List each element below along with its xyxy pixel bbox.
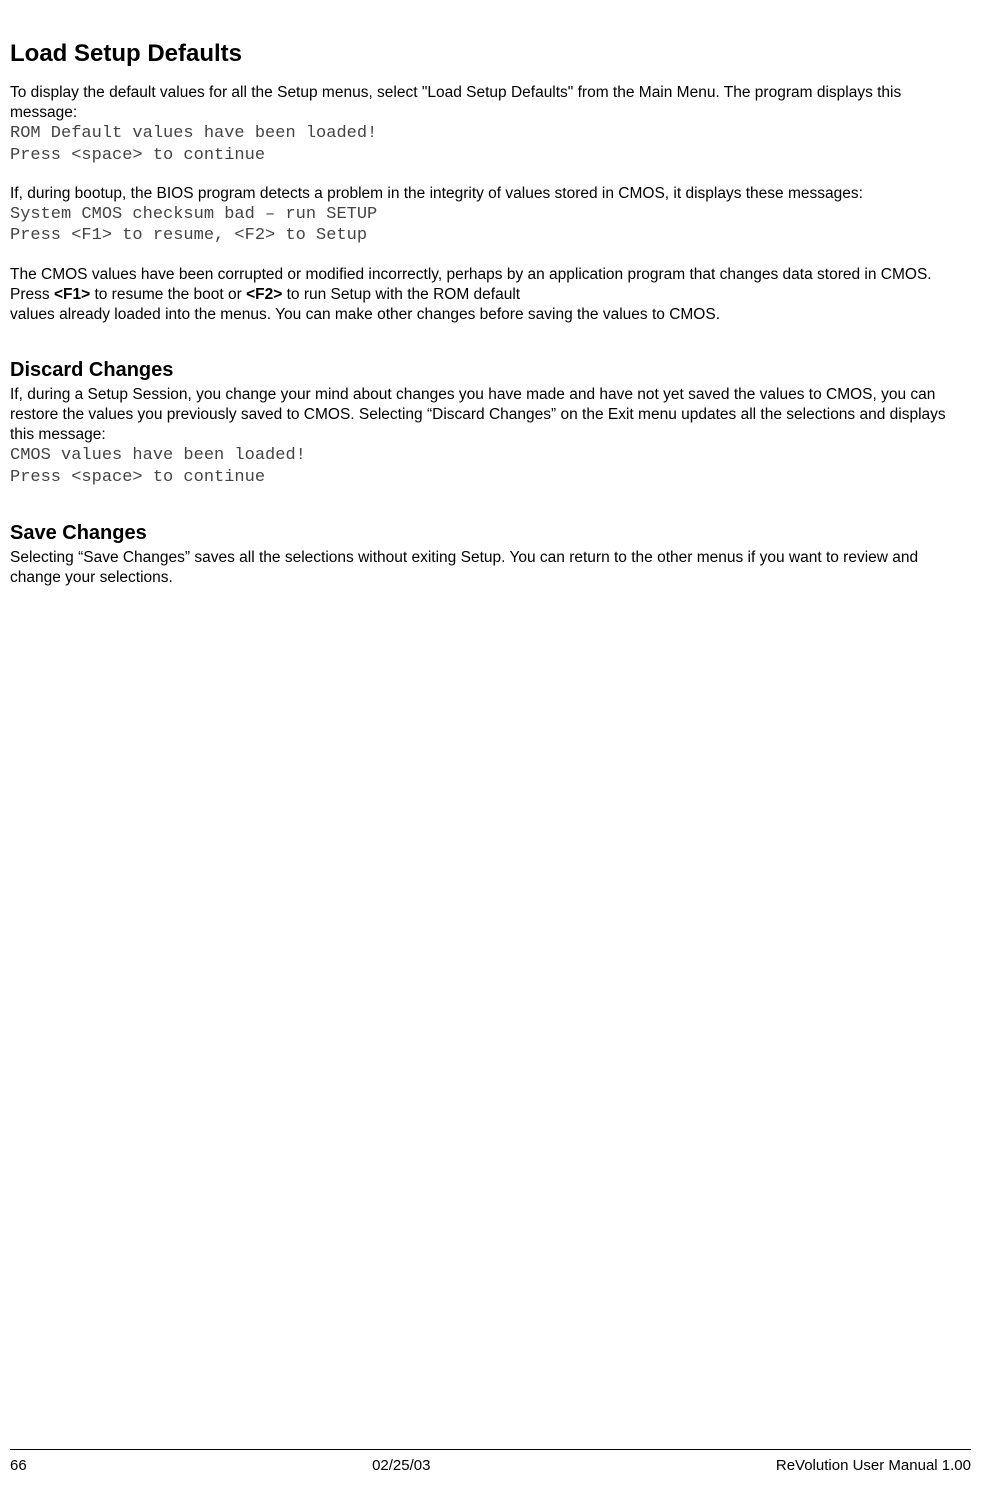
save-changes-paragraph: Selecting “Save Changes” saves all the s… xyxy=(10,548,971,588)
page-footer: 66 02/25/03 ReVolution User Manual 1.00 xyxy=(10,1449,971,1476)
footer-page-number: 66 xyxy=(10,1456,27,1476)
code-rom-default-1: ROM Default values have been loaded! xyxy=(10,123,971,144)
code-cmos-loaded-2: Press <space> to continue xyxy=(10,467,971,488)
footer-manual-title: ReVolution User Manual 1.00 xyxy=(776,1456,971,1476)
key-f2: <F2> xyxy=(246,286,282,303)
cmos-corrupted-paragraph-2: values already loaded into the menus. Yo… xyxy=(10,305,971,325)
discard-changes-paragraph: If, during a Setup Session, you change y… xyxy=(10,385,971,445)
code-cmos-checksum-2: Press <F1> to resume, <F2> to Setup xyxy=(10,225,971,246)
heading-save-changes: Save Changes xyxy=(10,520,971,546)
page-content: Load Setup Defaults To display the defau… xyxy=(10,38,971,588)
code-cmos-loaded-1: CMOS values have been loaded! xyxy=(10,445,971,466)
heading-load-setup-defaults: Load Setup Defaults xyxy=(10,38,971,69)
code-rom-default-2: Press <space> to continue xyxy=(10,145,971,166)
footer-date: 02/25/03 xyxy=(372,1456,430,1476)
intro-paragraph: To display the default values for all th… xyxy=(10,83,971,123)
cmos-corrupted-paragraph: The CMOS values have been corrupted or m… xyxy=(10,265,971,305)
text-segment: to resume the boot or xyxy=(90,286,246,303)
bios-problem-paragraph: If, during bootup, the BIOS program dete… xyxy=(10,184,971,204)
code-cmos-checksum-1: System CMOS checksum bad – run SETUP xyxy=(10,204,971,225)
heading-discard-changes: Discard Changes xyxy=(10,357,971,383)
text-segment: to run Setup with the ROM default xyxy=(282,286,520,303)
key-f1: <F1> xyxy=(54,286,90,303)
